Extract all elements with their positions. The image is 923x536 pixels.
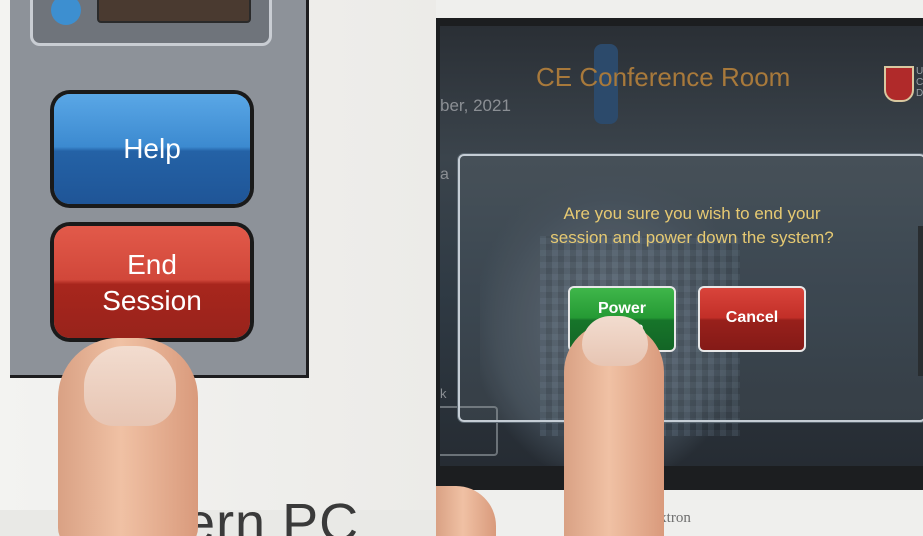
- fingernail: [84, 346, 176, 426]
- cancel-button-label: Cancel: [725, 309, 779, 326]
- background-text-fragment: a: [440, 166, 449, 183]
- help-button[interactable]: Help: [54, 94, 250, 204]
- right-photo: CE Conference Room ber, 2021 a k Are you…: [436, 0, 923, 536]
- crest-text: UCD: [916, 66, 923, 99]
- touch-panel-screen: Help End Session: [10, 0, 309, 378]
- status-indicator: [51, 0, 81, 25]
- date-fragment: ber, 2021: [440, 96, 511, 115]
- left-photo: Help End Session ectern PC: [0, 0, 436, 536]
- help-button-label: Help: [123, 133, 181, 164]
- confirm-dialog: Are you sure you wish to end your sessio…: [458, 154, 923, 422]
- dialog-message-line2: session and power down the system?: [550, 228, 834, 247]
- fingernail: [582, 316, 648, 366]
- room-title: CE Conference Room: [536, 62, 791, 92]
- touch-panel-screen: CE Conference Room ber, 2021 a k Are you…: [440, 26, 923, 466]
- dialog-message-line1: Are you sure you wish to end your: [563, 204, 821, 223]
- display-slot: [97, 0, 251, 23]
- top-control-widget: [30, 0, 272, 46]
- end-session-label-line1: End: [127, 249, 177, 280]
- thumb: [436, 486, 496, 536]
- end-session-button[interactable]: End Session: [54, 226, 250, 338]
- dialog-message: Are you sure you wish to end your sessio…: [460, 202, 923, 250]
- university-crest-icon: [884, 66, 914, 102]
- background-text-fragment-2: k: [440, 386, 447, 401]
- cancel-button[interactable]: Cancel: [698, 286, 806, 352]
- end-session-label-line2: Session: [102, 285, 202, 316]
